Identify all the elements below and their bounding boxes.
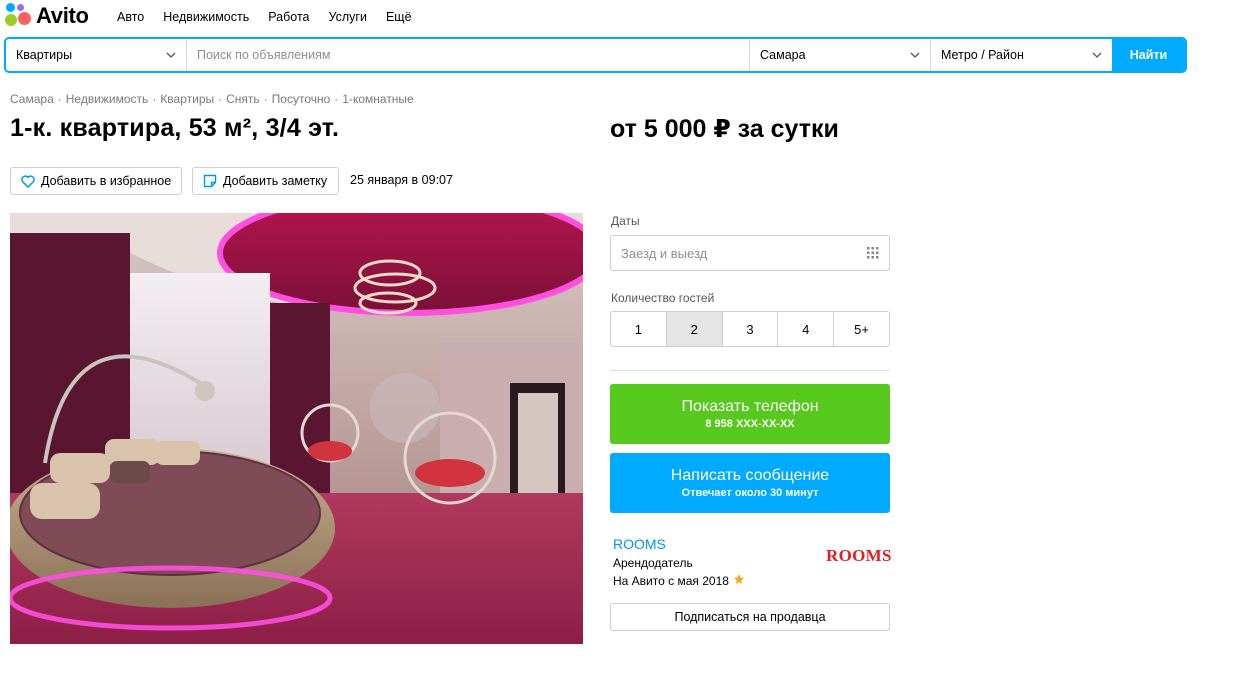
listing-title: 1-к. квартира, 53 м², 3/4 эт. [10,114,340,142]
metro-select[interactable]: Метро / Район [931,39,1112,71]
avito-logo-dots-icon [4,3,32,29]
divider [610,370,890,371]
city-select[interactable]: Самара [750,39,931,71]
nav-realty[interactable]: Недвижимость [163,10,249,24]
seller-since-text: На Авито с мая 2018 [613,573,729,588]
avito-logo-text: Avito [36,3,89,28]
phone-number: 8 958 XXX-XX-XX [705,418,795,430]
dates-field[interactable]: Заезд и выезд [610,235,890,271]
show-phone-label: Показать телефон [681,398,819,415]
guest-option-3[interactable]: 3 [721,311,779,347]
guest-option-1[interactable]: 1 [610,311,667,347]
search-placeholder: Поиск по объявлениям [197,48,331,62]
show-phone-button[interactable]: Показать телефон 8 958 XXX-XX-XX [610,384,890,444]
guest-option-2[interactable]: 2 [665,311,723,347]
response-time: Отвечает около 30 минут [681,487,819,499]
guests-selector: 1 2 3 4 5+ [610,311,890,347]
guest-option-5-plus[interactable]: 5+ [833,311,890,347]
write-message-button[interactable]: Написать сообщение Отвечает около 30 мин… [610,453,890,513]
add-note-button[interactable]: Добавить заметку [192,167,339,195]
chevron-down-icon [910,50,920,63]
category-value: Квартиры [16,48,73,62]
search-bar: Квартиры Поиск по объявлениям Самара Мет… [4,37,1187,73]
breadcrumb-item[interactable]: 1-комнатные [342,92,413,106]
listing-price: от 5 000 ₽ за сутки [610,115,839,143]
add-to-favorites-button[interactable]: Добавить в избранное [10,167,182,195]
avito-logo[interactable]: Avito [4,3,89,29]
seller-role: Арендодатель [613,556,693,570]
chevron-down-icon [166,50,176,63]
heart-icon [21,174,35,188]
search-input[interactable]: Поиск по объявлениям [187,39,750,71]
write-message-label: Написать сообщение [670,467,830,484]
breadcrumb-item[interactable]: Квартиры [160,92,214,106]
note-icon [203,174,217,188]
favorites-label: Добавить в избранное [41,174,172,188]
note-label: Добавить заметку [223,174,328,188]
breadcrumb-item[interactable]: Снять [226,92,260,106]
nav-services[interactable]: Услуги [329,10,367,24]
subscribe-seller-button[interactable]: Подписаться на продавца [610,603,890,631]
apartment-interior-image [10,213,583,644]
top-nav: Авто Недвижимость Работа Услуги Ещё [117,10,431,24]
nav-jobs[interactable]: Работа [268,10,309,24]
nav-auto[interactable]: Авто [117,10,144,24]
nav-more[interactable]: Ещё [386,10,412,24]
dates-placeholder: Заезд и выезд [621,245,708,261]
guests-label: Количество гостей [611,291,715,305]
metro-value: Метро / Район [941,48,1024,62]
chevron-down-icon [1092,50,1102,63]
category-select[interactable]: Квартиры [6,39,187,71]
badge-icon [733,573,745,588]
posted-date: 25 января в 09:07 [350,173,453,187]
breadcrumb-item[interactable]: Посуточно [272,92,331,106]
dates-label: Даты [611,214,640,228]
seller-name-link[interactable]: ROOMS [613,536,666,552]
search-submit-button[interactable]: Найти [1112,39,1185,71]
calendar-grid-icon [867,247,879,262]
breadcrumb-item[interactable]: Самара [10,92,54,106]
city-value: Самара [760,48,806,62]
breadcrumb: Самара · Недвижимость · Квартиры · Снять · Посут… [10,92,414,106]
seller-since: На Авито с мая 2018 [613,573,745,588]
breadcrumb-item[interactable]: Недвижимость [66,92,149,106]
seller-logo[interactable]: ROOMS [826,546,892,566]
guest-option-4[interactable]: 4 [777,311,835,347]
listing-photo[interactable] [10,213,583,644]
